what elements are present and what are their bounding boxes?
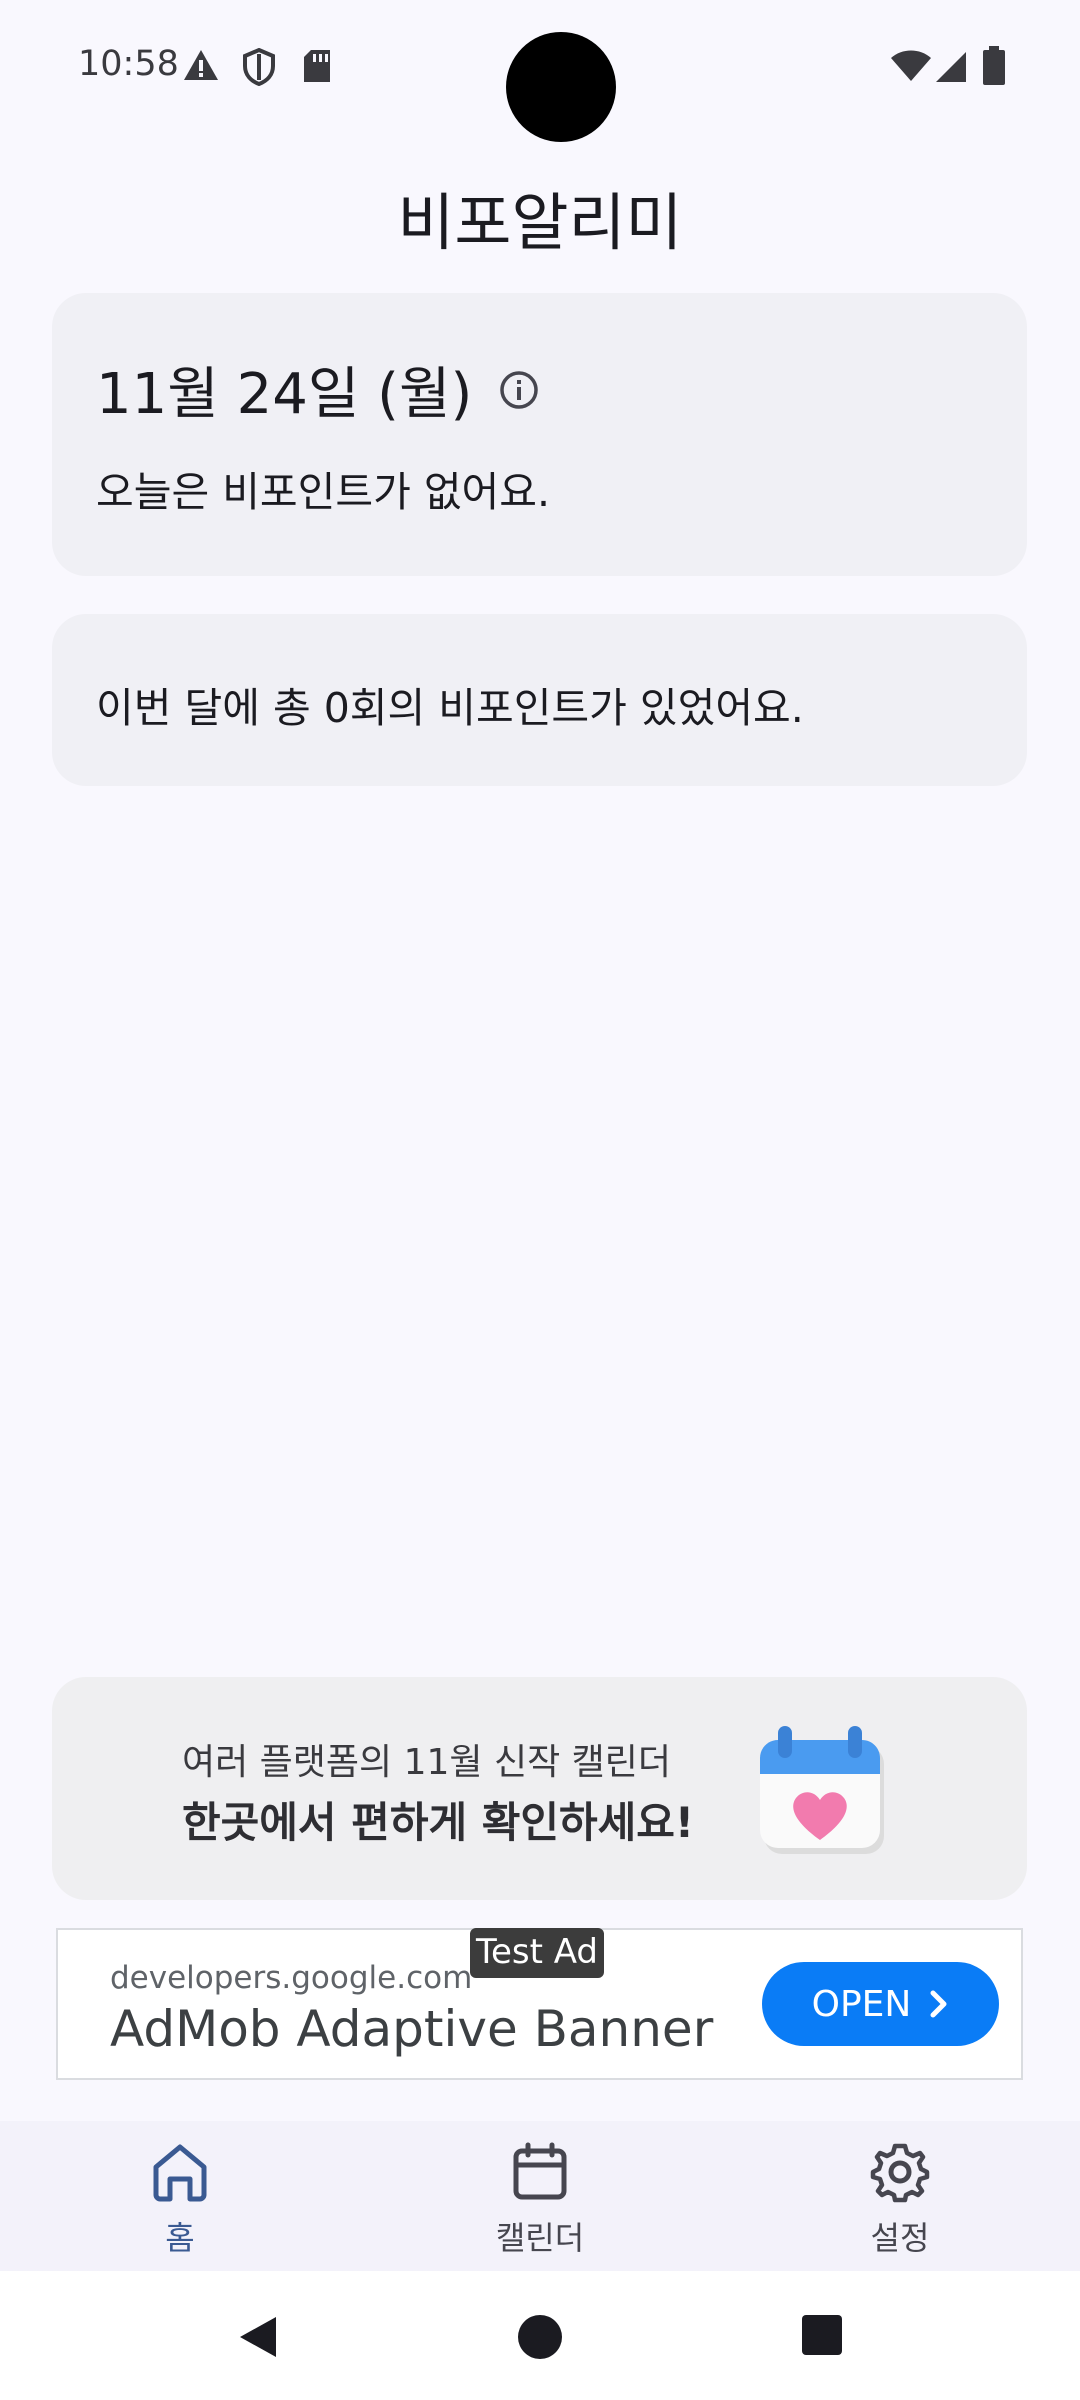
promo-subtitle: 여러 플랫폼의 11월 신작 캘린더: [182, 1742, 672, 1783]
gear-icon: [870, 2143, 930, 2203]
shield-icon: [243, 48, 275, 86]
nav-item-settings[interactable]: 설정: [800, 2141, 1000, 2259]
ad-domain: developers.google.com: [110, 1960, 473, 1996]
nav-label-calendar: 캘린더: [495, 2219, 585, 2257]
nav-item-home[interactable]: 홈: [80, 2141, 280, 2259]
status-bar: 10:58: [0, 0, 1080, 142]
ad-banner[interactable]: developers.google.com AdMob Adaptive Ban…: [56, 1928, 1023, 2080]
system-navigation-bar: [0, 2271, 1080, 2400]
ad-title: AdMob Adaptive Banner: [110, 2000, 714, 2058]
calendar-icon: [513, 2142, 567, 2200]
wifi-icon: [891, 50, 931, 81]
calendar-heart-icon: [760, 1726, 884, 1854]
bottom-navigation: 홈 캘린더 설정: [0, 2121, 1080, 2271]
nav-label-home: 홈: [165, 2219, 195, 2257]
home-circle-icon[interactable]: [516, 2313, 564, 2361]
ad-open-label: OPEN: [811, 1983, 912, 2025]
nav-label-settings: 설정: [870, 2219, 930, 2257]
today-date: 11월 24일 (월): [96, 362, 473, 427]
battery-icon: [983, 46, 1005, 85]
promo-headline: 한곳에서 편하게 확인하세요!: [182, 1798, 695, 1847]
date-row: 11월 24일 (월): [96, 349, 540, 430]
chevron-right-icon: [930, 1990, 947, 2018]
promo-banner[interactable]: 여러 플랫폼의 11월 신작 캘린더 한곳에서 편하게 확인하세요!: [52, 1677, 1027, 1900]
ad-open-button[interactable]: OPEN: [762, 1962, 999, 2046]
today-message: 오늘은 비포인트가 없어요.: [96, 468, 551, 516]
home-icon: [153, 2144, 207, 2202]
month-message: 이번 달에 총 0회의 비포인트가 있었어요.: [96, 684, 804, 732]
info-icon[interactable]: [498, 369, 540, 411]
page-title: 비포알리미: [397, 186, 683, 259]
test-ad-badge: Test Ad: [470, 1928, 605, 1978]
nav-item-calendar[interactable]: 캘린더: [440, 2141, 640, 2259]
camera-cutout: [506, 32, 616, 142]
month-summary-card: 이번 달에 총 0회의 비포인트가 있었어요.: [52, 614, 1027, 786]
recents-icon[interactable]: [800, 2313, 844, 2357]
back-icon[interactable]: [234, 2313, 282, 2361]
today-card: 11월 24일 (월) 오늘은 비포인트가 없어요.: [52, 293, 1027, 576]
sd-card-icon: [304, 50, 330, 82]
warning-icon: [184, 50, 218, 80]
cellular-icon: [936, 52, 966, 82]
status-time: 10:58: [78, 44, 179, 84]
